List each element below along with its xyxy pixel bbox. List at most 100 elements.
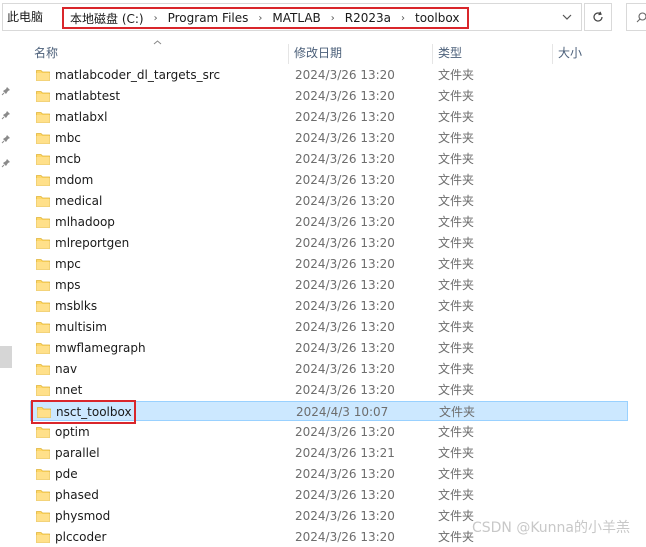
file-type: 文件夹: [439, 405, 476, 419]
column-divider[interactable]: [432, 44, 433, 64]
file-row[interactable]: mbc 2024/3/26 13:20 文件夹: [30, 128, 628, 148]
folder-icon: [36, 531, 50, 543]
file-type: 文件夹: [438, 110, 475, 124]
file-row[interactable]: medical 2024/3/26 13:20 文件夹: [30, 191, 628, 211]
file-name[interactable]: pde: [55, 464, 78, 484]
file-row[interactable]: matlabcoder_dl_targets_src 2024/3/26 13:2…: [30, 65, 628, 85]
file-type: 文件夹: [438, 89, 475, 103]
file-row[interactable]: nnet 2024/3/26 13:20 文件夹: [30, 380, 628, 400]
navigation-pane-scrollbar[interactable]: [0, 346, 12, 368]
file-date-modified: 2024/3/26 13:21: [295, 446, 395, 460]
file-row[interactable]: multisim 2024/3/26 13:20 文件夹: [30, 317, 628, 337]
column-header-name[interactable]: 名称: [30, 44, 288, 62]
file-date-modified: 2024/3/26 13:20: [295, 68, 395, 82]
folder-icon: [36, 216, 50, 228]
breadcrumb-this-pc[interactable]: 此电脑: [7, 4, 43, 30]
file-date-modified: 2024/3/26 13:20: [295, 509, 395, 523]
breadcrumb-drive[interactable]: 本地磁盘 (C:): [70, 10, 144, 27]
file-name[interactable]: mpc: [55, 254, 81, 274]
search-input[interactable]: [626, 3, 646, 31]
file-name[interactable]: physmod: [55, 506, 110, 526]
file-name[interactable]: mwflamegraph: [55, 338, 146, 358]
file-row[interactable]: nav 2024/3/26 13:20 文件夹: [30, 359, 628, 379]
folder-icon: [36, 468, 50, 480]
address-bar[interactable]: 此电脑 本地磁盘 (C:) › Program Files › MATLAB ›…: [2, 3, 582, 31]
file-row[interactable]: mpc 2024/3/26 13:20 文件夹: [30, 254, 628, 274]
file-row[interactable]: mcb 2024/3/26 13:20 文件夹: [30, 149, 628, 169]
file-type: 文件夹: [438, 530, 475, 544]
file-type: 文件夹: [438, 299, 475, 313]
file-date-modified: 2024/3/26 13:20: [295, 110, 395, 124]
pin-icon[interactable]: [1, 86, 11, 96]
file-name[interactable]: nsct_toolbox: [56, 402, 132, 422]
file-type: 文件夹: [438, 320, 475, 334]
breadcrumb-toolbox[interactable]: toolbox: [415, 11, 459, 25]
file-name[interactable]: plccoder: [55, 527, 106, 547]
file-type: 文件夹: [438, 341, 475, 355]
file-row[interactable]: parallel 2024/3/26 13:21 文件夹: [30, 443, 628, 463]
file-type: 文件夹: [438, 194, 475, 208]
column-header-type[interactable]: 类型: [434, 44, 552, 62]
folder-icon: [36, 132, 50, 144]
column-divider[interactable]: [288, 44, 289, 64]
file-row[interactable]: matlabtest 2024/3/26 13:20 文件夹: [30, 86, 628, 106]
column-divider[interactable]: [552, 44, 553, 64]
column-header-size[interactable]: 大小: [554, 44, 634, 62]
address-bar-row: 此电脑 本地磁盘 (C:) › Program Files › MATLAB ›…: [0, 0, 646, 34]
folder-icon: [37, 406, 51, 418]
pin-icon[interactable]: [1, 158, 11, 168]
file-row[interactable]: optim 2024/3/26 13:20 文件夹: [30, 422, 628, 442]
pin-icon[interactable]: [1, 110, 11, 120]
breadcrumb-separator[interactable]: ›: [144, 13, 168, 24]
folder-icon: [36, 426, 50, 438]
folder-icon: [36, 489, 50, 501]
file-name[interactable]: medical: [55, 191, 102, 211]
file-date-modified: 2024/3/26 13:20: [295, 278, 395, 292]
file-name[interactable]: matlabcoder_dl_targets_src: [55, 65, 220, 85]
file-row[interactable]: mlreportgen 2024/3/26 13:20 文件夹: [30, 233, 628, 253]
folder-icon: [36, 69, 50, 81]
file-name[interactable]: mcb: [55, 149, 81, 169]
file-name[interactable]: mps: [55, 275, 81, 295]
file-row[interactable]: phased 2024/3/26 13:20 文件夹: [30, 485, 628, 505]
file-type: 文件夹: [438, 236, 475, 250]
file-name[interactable]: matlabtest: [55, 86, 120, 106]
file-name[interactable]: mlreportgen: [55, 233, 129, 253]
file-name[interactable]: msblks: [55, 296, 97, 316]
chevron-down-icon[interactable]: [559, 4, 575, 30]
file-row[interactable]: mlhadoop 2024/3/26 13:20 文件夹: [30, 212, 628, 232]
refresh-button[interactable]: [584, 3, 612, 31]
file-name[interactable]: phased: [55, 485, 99, 505]
file-name[interactable]: mlhadoop: [55, 212, 115, 232]
breadcrumb-separator[interactable]: ›: [391, 13, 415, 24]
file-name[interactable]: parallel: [55, 443, 100, 463]
file-name[interactable]: matlabxl: [55, 107, 108, 127]
column-header-date-modified[interactable]: 修改日期: [290, 44, 432, 62]
breadcrumb-separator[interactable]: ›: [321, 13, 345, 24]
file-name[interactable]: mbc: [55, 128, 81, 148]
file-row[interactable]: nsct_toolbox 2024/4/3 10:07 文件夹: [30, 400, 628, 424]
file-date-modified: 2024/3/26 13:20: [295, 194, 395, 208]
breadcrumb-separator[interactable]: ›: [248, 13, 272, 24]
file-row[interactable]: mps 2024/3/26 13:20 文件夹: [30, 275, 628, 295]
file-row[interactable]: matlabxl 2024/3/26 13:20 文件夹: [30, 107, 628, 127]
file-row[interactable]: mwflamegraph 2024/3/26 13:20 文件夹: [30, 338, 628, 358]
file-name[interactable]: optim: [55, 422, 90, 442]
file-type: 文件夹: [438, 425, 475, 439]
file-row[interactable]: mdom 2024/3/26 13:20 文件夹: [30, 170, 628, 190]
folder-icon: [36, 342, 50, 354]
file-name[interactable]: multisim: [55, 317, 107, 337]
breadcrumb-program-files[interactable]: Program Files: [168, 11, 249, 25]
folder-icon: [36, 321, 50, 333]
breadcrumb-matlab[interactable]: MATLAB: [272, 11, 320, 25]
file-row[interactable]: pde 2024/3/26 13:20 文件夹: [30, 464, 628, 484]
breadcrumb-r2023a[interactable]: R2023a: [345, 11, 391, 25]
file-name[interactable]: nnet: [55, 380, 82, 400]
file-name[interactable]: nav: [55, 359, 77, 379]
pin-icon[interactable]: [1, 134, 11, 144]
file-date-modified: 2024/3/26 13:20: [295, 488, 395, 502]
file-date-modified: 2024/3/26 13:20: [295, 383, 395, 397]
file-name[interactable]: mdom: [55, 170, 93, 190]
file-row[interactable]: msblks 2024/3/26 13:20 文件夹: [30, 296, 628, 316]
file-date-modified: 2024/3/26 13:20: [295, 425, 395, 439]
